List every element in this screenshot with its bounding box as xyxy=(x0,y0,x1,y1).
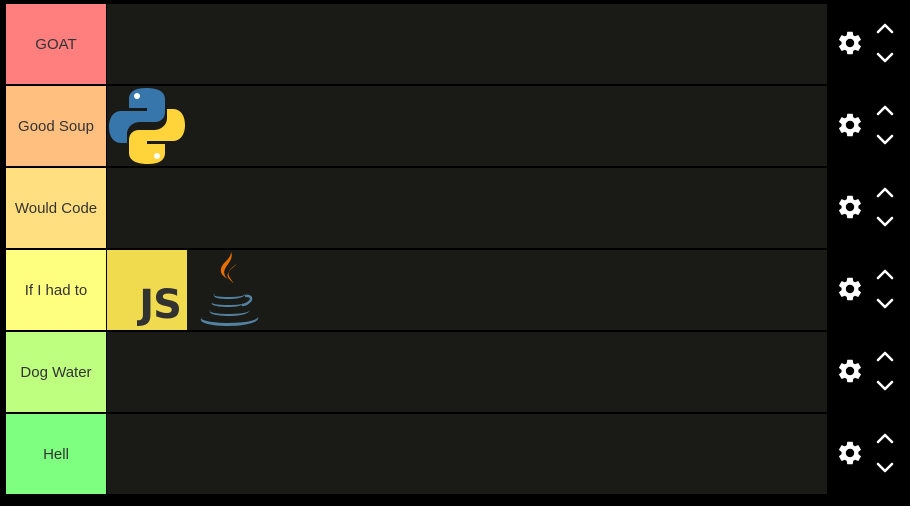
chevron-up-icon[interactable] xyxy=(875,101,895,119)
gear-icon[interactable] xyxy=(835,438,865,468)
gear-icon[interactable] xyxy=(835,110,865,140)
tier-row-goat: GOAT xyxy=(5,3,910,85)
chevron-down-icon[interactable] xyxy=(875,49,895,67)
move-arrows xyxy=(875,265,895,313)
java-logo[interactable] xyxy=(187,250,267,330)
chevron-up-icon[interactable] xyxy=(875,429,895,447)
move-arrows xyxy=(875,183,895,231)
tier-controls xyxy=(827,167,907,247)
gear-icon[interactable] xyxy=(835,192,865,222)
chevron-up-icon[interactable] xyxy=(875,183,895,201)
gear-icon[interactable] xyxy=(835,356,865,386)
tier-items[interactable] xyxy=(107,168,827,248)
gear-icon[interactable] xyxy=(835,28,865,58)
move-arrows xyxy=(875,101,895,149)
tier-label[interactable]: Would Code xyxy=(5,167,107,249)
chevron-down-icon[interactable] xyxy=(875,459,895,477)
tier-label[interactable]: Good Soup xyxy=(5,85,107,167)
python-logo[interactable] xyxy=(107,86,187,166)
tier-items[interactable] xyxy=(107,86,827,166)
tier-row-if-i-had-to: If I had to JS xyxy=(5,249,910,331)
javascript-logo[interactable]: JS xyxy=(107,250,187,330)
tier-label[interactable]: If I had to xyxy=(5,249,107,331)
tier-items[interactable] xyxy=(107,414,827,494)
tier-items[interactable] xyxy=(107,332,827,412)
chevron-up-icon[interactable] xyxy=(875,19,895,37)
tier-controls xyxy=(827,413,907,493)
tier-items[interactable] xyxy=(107,4,827,84)
chevron-down-icon[interactable] xyxy=(875,377,895,395)
tier-label[interactable]: Dog Water xyxy=(5,331,107,413)
javascript-logo-text: JS xyxy=(139,282,182,328)
move-arrows xyxy=(875,429,895,477)
tier-controls xyxy=(827,85,907,165)
python-icon xyxy=(109,88,185,164)
tier-items[interactable]: JS xyxy=(107,250,827,330)
tier-label[interactable]: Hell xyxy=(5,413,107,495)
java-icon xyxy=(200,252,259,326)
tier-row-would-code: Would Code xyxy=(5,167,910,249)
tier-list: GOAT Good Soup Would Code If I had to JS… xyxy=(5,3,910,495)
move-arrows xyxy=(875,347,895,395)
chevron-up-icon[interactable] xyxy=(875,347,895,365)
chevron-down-icon[interactable] xyxy=(875,213,895,231)
chevron-down-icon[interactable] xyxy=(875,295,895,313)
tier-controls xyxy=(827,249,907,329)
chevron-down-icon[interactable] xyxy=(875,131,895,149)
tier-row-dog-water: Dog Water xyxy=(5,331,910,413)
tier-row-hell: Hell xyxy=(5,413,910,495)
tier-controls xyxy=(827,331,907,411)
tier-label[interactable]: GOAT xyxy=(5,3,107,85)
move-arrows xyxy=(875,19,895,67)
tier-row-good-soup: Good Soup xyxy=(5,85,910,167)
chevron-up-icon[interactable] xyxy=(875,265,895,283)
gear-icon[interactable] xyxy=(835,274,865,304)
tier-controls xyxy=(827,3,907,83)
